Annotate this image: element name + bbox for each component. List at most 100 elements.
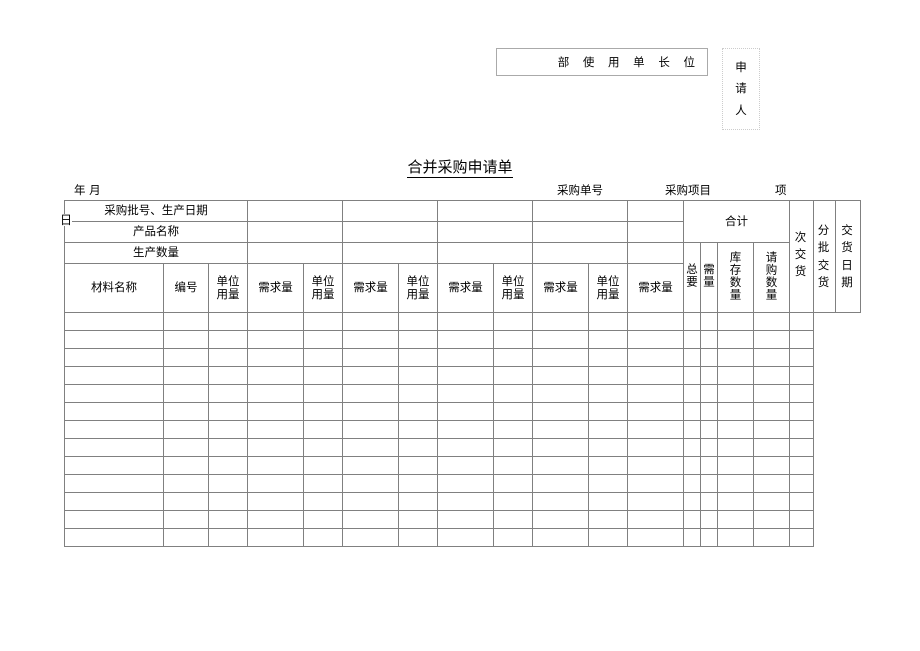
table-cell[interactable]	[789, 384, 815, 403]
table-cell[interactable]	[303, 330, 344, 349]
batch-input-5[interactable]	[627, 200, 685, 222]
table-cell[interactable]	[342, 402, 400, 421]
table-cell[interactable]	[700, 366, 719, 385]
table-cell[interactable]	[717, 366, 755, 385]
table-cell[interactable]	[753, 312, 791, 331]
table-cell[interactable]	[789, 312, 815, 331]
table-cell[interactable]	[398, 330, 439, 349]
table-cell[interactable]	[532, 330, 590, 349]
table-cell[interactable]	[163, 330, 209, 349]
table-cell[interactable]	[700, 402, 719, 421]
table-cell[interactable]	[683, 312, 702, 331]
table-cell[interactable]	[753, 366, 791, 385]
prodqty-input-1[interactable]	[247, 242, 344, 264]
table-cell[interactable]	[683, 348, 702, 367]
table-cell[interactable]	[627, 420, 685, 439]
batch-input-2[interactable]	[342, 200, 439, 222]
table-cell[interactable]	[247, 438, 305, 457]
table-cell[interactable]	[64, 420, 164, 439]
table-cell[interactable]	[303, 510, 344, 529]
table-cell[interactable]	[437, 510, 495, 529]
table-cell[interactable]	[717, 420, 755, 439]
table-cell[interactable]	[532, 528, 590, 547]
table-cell[interactable]	[64, 438, 164, 457]
table-cell[interactable]	[163, 510, 209, 529]
table-cell[interactable]	[493, 330, 534, 349]
table-cell[interactable]	[700, 384, 719, 403]
table-cell[interactable]	[342, 528, 400, 547]
table-cell[interactable]	[437, 438, 495, 457]
table-cell[interactable]	[789, 402, 815, 421]
table-cell[interactable]	[207, 474, 249, 493]
table-cell[interactable]	[627, 474, 685, 493]
table-cell[interactable]	[627, 348, 685, 367]
table-cell[interactable]	[627, 366, 685, 385]
table-cell[interactable]	[753, 438, 791, 457]
table-cell[interactable]	[717, 510, 755, 529]
table-cell[interactable]	[717, 348, 755, 367]
table-cell[interactable]	[398, 420, 439, 439]
table-cell[interactable]	[717, 402, 755, 421]
table-cell[interactable]	[683, 492, 702, 511]
table-cell[interactable]	[683, 420, 702, 439]
table-cell[interactable]	[342, 366, 400, 385]
table-cell[interactable]	[207, 348, 249, 367]
table-cell[interactable]	[247, 330, 305, 349]
table-cell[interactable]	[247, 366, 305, 385]
table-cell[interactable]	[247, 474, 305, 493]
table-cell[interactable]	[789, 438, 815, 457]
table-cell[interactable]	[493, 474, 534, 493]
table-cell[interactable]	[700, 474, 719, 493]
table-cell[interactable]	[789, 492, 815, 511]
table-cell[interactable]	[753, 420, 791, 439]
table-cell[interactable]	[493, 510, 534, 529]
table-cell[interactable]	[207, 510, 249, 529]
table-cell[interactable]	[64, 384, 164, 403]
table-cell[interactable]	[753, 456, 791, 475]
table-cell[interactable]	[532, 348, 590, 367]
product-input-5[interactable]	[627, 221, 685, 243]
table-cell[interactable]	[588, 312, 629, 331]
product-input-3[interactable]	[437, 221, 534, 243]
table-cell[interactable]	[700, 348, 719, 367]
table-cell[interactable]	[163, 366, 209, 385]
table-cell[interactable]	[207, 384, 249, 403]
table-cell[interactable]	[342, 438, 400, 457]
table-cell[interactable]	[437, 366, 495, 385]
table-cell[interactable]	[303, 528, 344, 547]
table-cell[interactable]	[342, 474, 400, 493]
table-cell[interactable]	[627, 384, 685, 403]
table-cell[interactable]	[753, 384, 791, 403]
table-cell[interactable]	[789, 510, 815, 529]
table-cell[interactable]	[342, 420, 400, 439]
table-cell[interactable]	[303, 438, 344, 457]
table-cell[interactable]	[437, 384, 495, 403]
table-cell[interactable]	[789, 330, 815, 349]
table-cell[interactable]	[437, 402, 495, 421]
table-cell[interactable]	[163, 348, 209, 367]
table-cell[interactable]	[303, 384, 344, 403]
table-cell[interactable]	[627, 456, 685, 475]
table-cell[interactable]	[247, 384, 305, 403]
table-cell[interactable]	[700, 510, 719, 529]
table-cell[interactable]	[437, 492, 495, 511]
table-cell[interactable]	[717, 528, 755, 547]
batch-input-1[interactable]	[247, 200, 344, 222]
table-cell[interactable]	[303, 474, 344, 493]
table-cell[interactable]	[700, 312, 719, 331]
table-cell[interactable]	[493, 348, 534, 367]
table-cell[interactable]	[717, 330, 755, 349]
table-cell[interactable]	[207, 528, 249, 547]
table-cell[interactable]	[342, 492, 400, 511]
table-cell[interactable]	[789, 420, 815, 439]
table-cell[interactable]	[683, 456, 702, 475]
table-cell[interactable]	[247, 420, 305, 439]
table-cell[interactable]	[700, 420, 719, 439]
table-cell[interactable]	[163, 438, 209, 457]
table-cell[interactable]	[753, 330, 791, 349]
table-cell[interactable]	[247, 348, 305, 367]
table-cell[interactable]	[532, 384, 590, 403]
table-cell[interactable]	[342, 312, 400, 331]
table-cell[interactable]	[493, 420, 534, 439]
table-cell[interactable]	[342, 456, 400, 475]
